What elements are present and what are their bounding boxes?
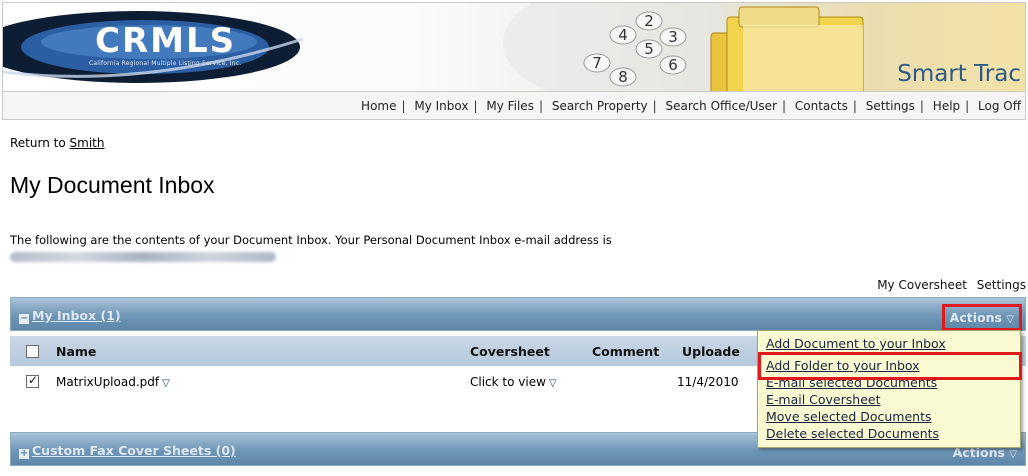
keypad-key: 5 bbox=[635, 39, 663, 59]
nav-separator: | bbox=[473, 99, 478, 113]
expand-icon[interactable]: + bbox=[19, 449, 29, 459]
nav-my-files[interactable]: My Files bbox=[486, 99, 534, 113]
settings-link[interactable]: Settings bbox=[977, 278, 1026, 292]
my-coversheet-link[interactable]: My Coversheet bbox=[877, 278, 967, 292]
phone-keypad-image: 2 3 4 5 6 7 8 bbox=[503, 3, 723, 91]
svg-text:8: 8 bbox=[618, 68, 628, 86]
menu-item-email-selected[interactable]: E-mail selected Documents bbox=[766, 375, 937, 390]
nav-settings[interactable]: Settings bbox=[866, 99, 915, 113]
nav-my-inbox[interactable]: My Inbox bbox=[414, 99, 468, 113]
keypad-key: 3 bbox=[659, 27, 687, 47]
document-name-cell: MatrixUpload.pdf ▽ bbox=[56, 375, 170, 389]
coversheet-cell: Click to view ▽ bbox=[470, 375, 557, 389]
nav-contacts[interactable]: Contacts bbox=[795, 99, 848, 113]
header-banner: CRMLS California Regional Multiple Listi… bbox=[2, 2, 1026, 92]
keypad-key: 8 bbox=[609, 67, 637, 87]
dropdown-triangle-icon: ▽ bbox=[1009, 449, 1017, 460]
uploaded-date-cell: 11/4/2010 bbox=[677, 375, 739, 389]
menu-item-add-folder[interactable]: Add Folder to your Inbox bbox=[766, 358, 920, 373]
nav-separator: | bbox=[782, 99, 787, 113]
column-header-comment[interactable]: Comment bbox=[592, 344, 659, 359]
page-title: My Document Inbox bbox=[10, 172, 215, 198]
nav-search-office-user[interactable]: Search Office/User bbox=[666, 99, 777, 113]
column-header-uploaded[interactable]: Uploade bbox=[682, 344, 740, 359]
intro-text: The following are the contents of your D… bbox=[10, 233, 612, 247]
select-all-checkbox[interactable] bbox=[26, 345, 39, 358]
document-menu-triangle-icon[interactable]: ▽ bbox=[162, 378, 170, 389]
click-to-view-link[interactable]: Click to view bbox=[470, 375, 546, 389]
keypad-key: 2 bbox=[635, 11, 663, 31]
crmls-logo: CRMLS bbox=[95, 21, 237, 61]
logo-tagline: California Regional Multiple Listing Ser… bbox=[89, 60, 242, 67]
svg-text:2: 2 bbox=[644, 12, 654, 30]
fax-panel-title[interactable]: + Custom Fax Cover Sheets (0) bbox=[19, 443, 236, 459]
return-prefix: Return to bbox=[10, 136, 66, 150]
inbox-panel-header: − My Inbox (1) Actions ▽ bbox=[10, 297, 1026, 331]
collapse-icon[interactable]: − bbox=[19, 314, 29, 324]
coversheet-settings-links: My Coversheet Settings bbox=[871, 278, 1026, 292]
redacted-email-address bbox=[10, 252, 276, 262]
row-checkbox[interactable] bbox=[26, 373, 39, 388]
menu-item-move-selected[interactable]: Move selected Documents bbox=[766, 409, 932, 424]
svg-text:4: 4 bbox=[618, 26, 628, 44]
keypad-key: 7 bbox=[583, 53, 611, 73]
keypad-key: 6 bbox=[659, 55, 687, 75]
actions-label: Actions bbox=[949, 310, 1002, 325]
keypad-key: 4 bbox=[609, 25, 637, 45]
nav-separator: | bbox=[852, 99, 857, 113]
svg-text:7: 7 bbox=[592, 54, 602, 72]
nav-separator: | bbox=[919, 99, 924, 113]
nav-separator: | bbox=[401, 99, 406, 113]
top-navigation: Home | My Inbox | My Files | Search Propert… bbox=[2, 92, 1026, 120]
menu-item-email-coversheet[interactable]: E-mail Coversheet bbox=[766, 392, 880, 407]
svg-text:6: 6 bbox=[668, 56, 678, 74]
return-breadcrumb: Return to Smith bbox=[10, 136, 104, 150]
nav-separator: | bbox=[538, 99, 543, 113]
column-header-coversheet[interactable]: Coversheet bbox=[470, 344, 550, 359]
inbox-actions-button[interactable]: Actions ▽ bbox=[941, 304, 1022, 331]
nav-search-property[interactable]: Search Property bbox=[552, 99, 648, 113]
actions-dropdown-menu: Add Document to your Inbox Add Folder to… bbox=[757, 330, 1022, 448]
inbox-title-text: My Inbox (1) bbox=[32, 308, 121, 323]
menu-item-delete-selected[interactable]: Delete selected Documents bbox=[766, 426, 939, 441]
nav-log-off[interactable]: Log Off bbox=[978, 99, 1021, 113]
nav-separator: | bbox=[652, 99, 657, 113]
folders-image bbox=[710, 6, 864, 91]
return-link[interactable]: Smith bbox=[70, 136, 105, 150]
inbox-panel-title[interactable]: − My Inbox (1) bbox=[19, 308, 121, 324]
menu-item-add-document[interactable]: Add Document to your Inbox bbox=[766, 336, 946, 351]
nav-help[interactable]: Help bbox=[933, 99, 960, 113]
document-name-link[interactable]: MatrixUpload.pdf bbox=[56, 375, 159, 389]
dropdown-triangle-icon: ▽ bbox=[1006, 314, 1014, 325]
svg-text:3: 3 bbox=[668, 28, 678, 46]
svg-text:5: 5 bbox=[644, 40, 654, 58]
coversheet-menu-triangle-icon[interactable]: ▽ bbox=[549, 378, 557, 389]
fax-title-text: Custom Fax Cover Sheets (0) bbox=[32, 443, 236, 458]
nav-home[interactable]: Home bbox=[361, 99, 396, 113]
smart-trac-brand: Smart Trac bbox=[897, 61, 1021, 87]
nav-separator: | bbox=[965, 99, 970, 113]
column-header-name[interactable]: Name bbox=[56, 344, 96, 359]
